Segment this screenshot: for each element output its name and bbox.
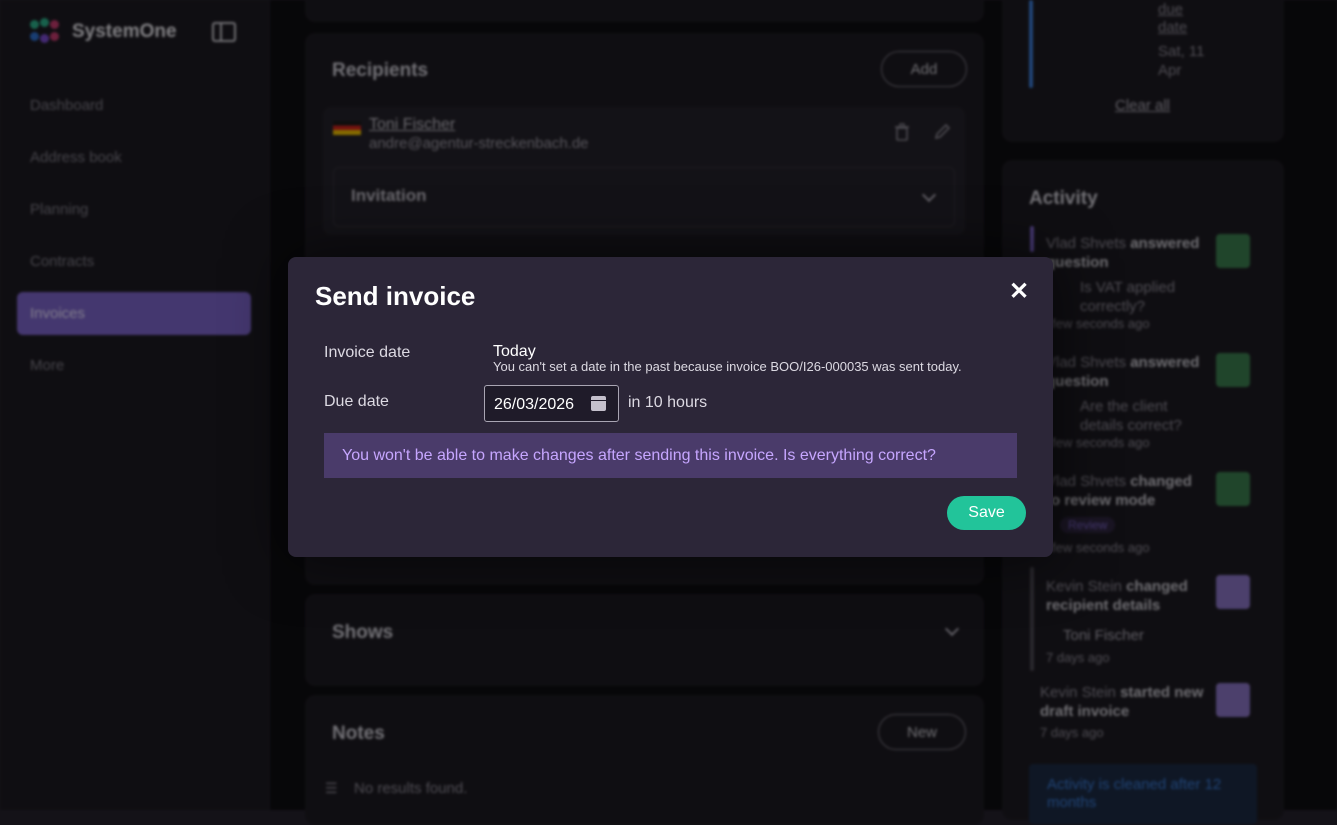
- invoice-date-label: Invoice date: [324, 344, 411, 361]
- confirmation-notice: You won't be able to make changes after …: [324, 433, 1017, 478]
- close-icon[interactable]: ✕: [1009, 277, 1029, 306]
- calendar-icon[interactable]: [591, 396, 606, 411]
- dialog-title: Send invoice: [315, 281, 476, 311]
- save-button[interactable]: Save: [947, 496, 1026, 530]
- send-invoice-dialog: Send invoice ✕ Invoice date Today You ca…: [288, 257, 1053, 557]
- due-date-relative: in 10 hours: [628, 394, 708, 411]
- invoice-date-warning: You can't set a date in the past because…: [493, 359, 962, 374]
- notice-text: You won't be able to make changes after …: [342, 446, 936, 464]
- due-date-label: Due date: [324, 393, 389, 410]
- due-date-input[interactable]: 26/03/2026: [484, 385, 619, 422]
- due-date-value: 26/03/2026: [494, 396, 575, 413]
